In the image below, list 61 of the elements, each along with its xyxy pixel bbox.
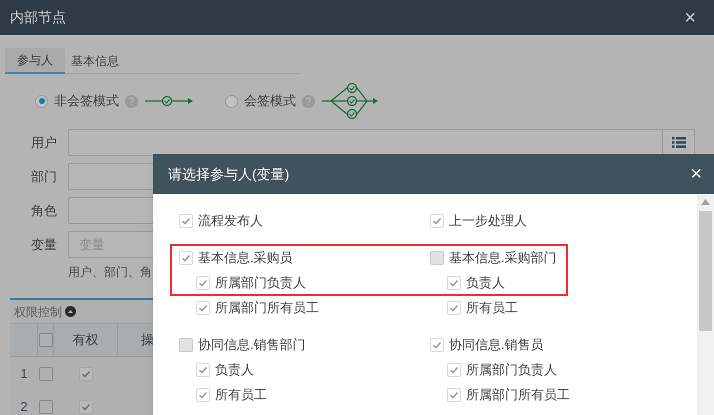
radio-button[interactable] bbox=[225, 94, 238, 108]
option-label: 基本信息.采购部门 bbox=[449, 248, 557, 267]
checkbox[interactable] bbox=[38, 333, 52, 347]
row-number: 1 bbox=[19, 364, 29, 383]
checkbox[interactable] bbox=[39, 400, 53, 414]
option-label: 上一步处理人 bbox=[449, 212, 527, 230]
list-icon bbox=[672, 137, 686, 148]
check-icon bbox=[432, 340, 442, 350]
panel-title: 权限控制 bbox=[14, 304, 62, 320]
checkbox[interactable] bbox=[430, 250, 444, 264]
option-label: 负责人 bbox=[215, 360, 254, 379]
checkbox[interactable] bbox=[79, 400, 93, 414]
tab[interactable]: 基本信息 bbox=[65, 48, 125, 74]
row-number: 2 bbox=[19, 398, 29, 415]
check-icon bbox=[198, 302, 208, 312]
check-icon bbox=[449, 278, 459, 288]
dialog-title: 请选择参与人(变量) bbox=[168, 164, 290, 184]
option-label: 所属部门所有员工 bbox=[215, 298, 319, 317]
column-header: 有权 bbox=[54, 324, 118, 356]
check-icon bbox=[81, 368, 91, 378]
option-label: 负责人 bbox=[466, 274, 505, 292]
field-label: 角色 bbox=[30, 202, 58, 220]
option-label: 流程发布人 bbox=[198, 212, 263, 230]
radio-label: 非会签模式 bbox=[54, 92, 119, 110]
radio-label: 会签模式 bbox=[244, 92, 296, 110]
checkbox[interactable] bbox=[179, 338, 193, 352]
check-icon bbox=[181, 252, 191, 262]
check-icon bbox=[449, 302, 459, 312]
field-label: 部门 bbox=[30, 168, 58, 186]
check-icon bbox=[81, 402, 91, 412]
input-field[interactable] bbox=[68, 129, 695, 156]
field-label: 变量 bbox=[30, 236, 58, 254]
option-label: 基本信息.采购员 bbox=[198, 248, 293, 267]
window-title: 内部节点 bbox=[10, 8, 66, 27]
check-icon bbox=[449, 390, 459, 400]
option-label: 所属部门负责人 bbox=[466, 360, 557, 379]
collapse-icon[interactable] bbox=[65, 306, 76, 317]
field-label: 用户 bbox=[30, 134, 58, 152]
close-button[interactable]: × bbox=[684, 8, 704, 28]
option-label: 所有员工 bbox=[466, 298, 518, 317]
scrollbar[interactable] bbox=[697, 194, 714, 415]
hint-text: 用户、部门、角 bbox=[68, 264, 153, 281]
flow-diagram-icon bbox=[144, 95, 194, 107]
option-label: 所有员工 bbox=[215, 386, 267, 404]
parallel-flow-icon bbox=[321, 82, 379, 120]
check-icon bbox=[198, 278, 208, 288]
option-label: 所属部门所有员工 bbox=[466, 386, 570, 404]
check-icon bbox=[449, 364, 459, 374]
tab[interactable]: 参与人 bbox=[5, 48, 65, 74]
option-label: 所属部门负责人 bbox=[215, 274, 306, 292]
option-label: 协同信息.销售员 bbox=[449, 336, 544, 354]
check-icon bbox=[198, 364, 208, 374]
radio-button[interactable] bbox=[35, 94, 48, 108]
check-icon bbox=[181, 216, 191, 226]
check-icon bbox=[432, 216, 442, 226]
check-icon bbox=[198, 390, 208, 400]
scroll-up-icon[interactable] bbox=[701, 199, 710, 205]
option-label: 协同信息.销售部门 bbox=[198, 336, 306, 354]
checkbox[interactable] bbox=[39, 366, 53, 380]
close-button[interactable]: × bbox=[690, 164, 702, 184]
checkbox[interactable] bbox=[79, 366, 93, 380]
